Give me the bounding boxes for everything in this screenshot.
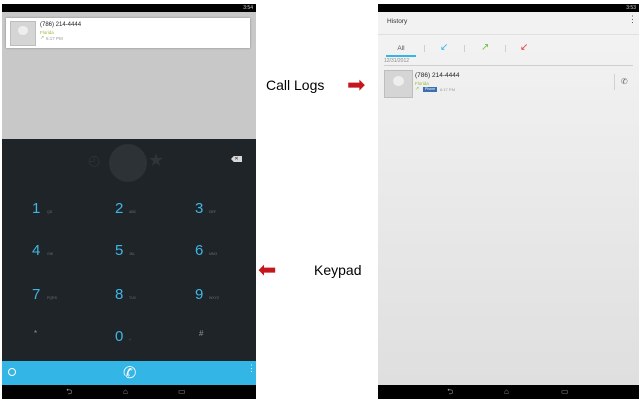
key-2-letters: ABC	[129, 210, 137, 214]
back-icon[interactable]: ⮌	[447, 388, 453, 396]
log-divider	[614, 74, 615, 90]
key-2[interactable]: 2	[115, 201, 123, 216]
call-back-phone-icon[interactable]: ✆	[621, 77, 628, 86]
recent-call-card[interactable]: (786) 214-4444 Florida ↗ 6:17 PM	[6, 18, 250, 48]
contact-photo-placeholder	[109, 144, 147, 182]
key-hash[interactable]: #	[199, 329, 203, 338]
phone-icon[interactable]: ✆	[123, 363, 136, 383]
key-5-letters: JKL	[129, 252, 136, 256]
keypad-annotation: Keypad	[314, 262, 362, 278]
key-5[interactable]: 5	[115, 243, 123, 258]
keypad-arrow-icon: ⬅	[258, 257, 277, 282]
key-1[interactable]: 1	[32, 201, 40, 216]
star-icon: ★	[148, 150, 165, 170]
key-3[interactable]: 3	[195, 201, 203, 216]
key-7-letters: PQRS	[47, 296, 57, 300]
tab-divider	[505, 45, 506, 52]
home-icon[interactable]: ⌂	[123, 388, 128, 396]
status-bar: 3:54	[2, 4, 256, 12]
backspace-icon[interactable]: ✕	[231, 156, 242, 162]
contact-avatar	[384, 70, 413, 98]
date-divider	[384, 65, 633, 66]
clock-icon[interactable]	[8, 368, 16, 376]
home-icon[interactable]: ⌂	[504, 388, 509, 396]
key-star[interactable]: *	[34, 329, 37, 338]
navigation-bar: ⮌ ⌂ ▭	[2, 385, 256, 399]
call-history-screen: 3:53 History ⋮ All ↙ ↗ ↙ 12/31/2012 (786…	[378, 4, 639, 399]
log-number: (786) 214-4444	[415, 72, 460, 79]
status-bar: 3:53	[378, 4, 639, 12]
key-4-letters: GHI	[47, 252, 54, 256]
navigation-bar: ⮌ ⌂ ▭	[378, 385, 639, 399]
contact-avatar	[10, 21, 36, 46]
call-logs-arrow-icon: ➡	[347, 72, 366, 97]
recent-call-time: 6:17 PM	[46, 36, 63, 41]
key-8-letters: TUV	[129, 296, 136, 300]
tab-missed-call-icon[interactable]: ↙	[520, 42, 528, 53]
page-title: History	[387, 18, 408, 25]
dial-action-bar: ✆ ⋮	[2, 361, 256, 385]
outgoing-call-icon: ↗	[415, 86, 420, 92]
tab-divider	[424, 45, 425, 52]
key-8[interactable]: 8	[115, 287, 123, 302]
status-time: 3:54	[243, 5, 253, 11]
overflow-menu-icon[interactable]: ⋮	[628, 15, 637, 24]
key-3-letters: DEF	[209, 210, 216, 214]
log-time: 6:17 PM	[440, 87, 455, 92]
key-4[interactable]: 4	[32, 243, 40, 258]
key-1-letters: QD	[47, 210, 53, 214]
key-7[interactable]: 7	[32, 287, 40, 302]
recent-call-number: (786) 214-4444	[40, 22, 82, 28]
tab-outgoing-call-icon[interactable]: ↗	[481, 42, 489, 53]
tab-all[interactable]: All	[386, 43, 416, 57]
tab-divider	[464, 45, 465, 52]
keypad: ◴ ★ ✕ 1 QD 2 ABC 3 DEF 4 GHI 5 JKL 6 MNO…	[2, 139, 256, 361]
key-9-letters: WXYZ	[209, 296, 220, 300]
recents-icon[interactable]: ▭	[178, 388, 186, 396]
key-0[interactable]: 0	[115, 329, 123, 344]
key-9[interactable]: 9	[195, 287, 203, 302]
overflow-menu-icon[interactable]: ⋮	[247, 364, 256, 373]
key-6-letters: MNO	[209, 252, 218, 256]
recents-icon[interactable]: ▭	[561, 388, 569, 396]
key-0-letters: +	[129, 338, 132, 342]
dialer-screen: 3:54 (786) 214-4444 Florida ↗ 6:17 PM ◴ …	[2, 4, 256, 399]
status-time: 3:53	[626, 5, 636, 11]
outgoing-call-icon: ↗	[40, 35, 45, 41]
tab-incoming-call-icon[interactable]: ↙	[440, 42, 448, 53]
history-header: History ⋮	[378, 12, 639, 35]
key-6[interactable]: 6	[195, 243, 203, 258]
call-type-badge: Phone	[423, 87, 438, 92]
back-icon[interactable]: ⮌	[66, 388, 72, 396]
call-logs-annotation: Call Logs	[266, 77, 325, 93]
dialpad-background-icon: ◴	[88, 152, 101, 168]
date-header: 12/31/2012	[384, 58, 410, 64]
